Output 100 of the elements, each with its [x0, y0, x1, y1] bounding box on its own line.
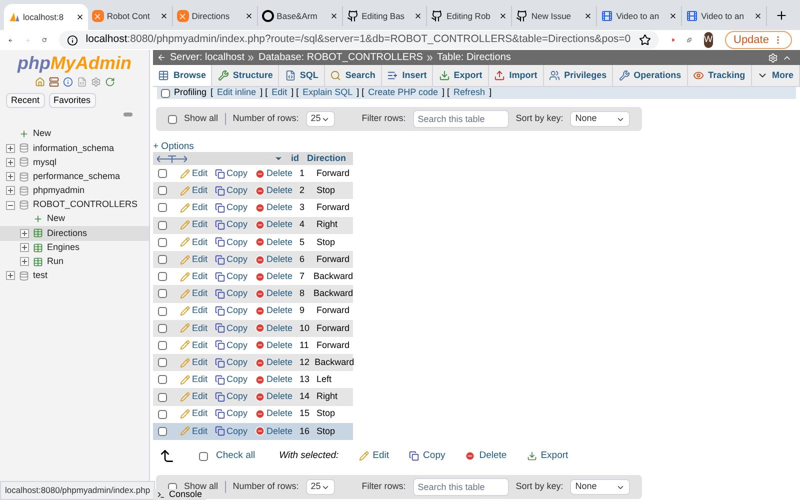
new-tab-icon[interactable]: [775, 9, 788, 22]
address-field[interactable]: localhost:8080/phpmyadmin/index.php?route=/sql&server=1&db=ROBOT_CONTROLLERS&table=Directions&pos=0: [58, 31, 659, 49]
row-action-link[interactable]: Copy: [214, 390, 248, 404]
sort-caret-icon[interactable]: [274, 154, 283, 163]
menu-tab[interactable]: Export: [433, 65, 489, 86]
row-checkbox[interactable]: [158, 289, 167, 298]
row-action-link[interactable]: Copy: [214, 424, 248, 438]
collapse-icon[interactable]: [6, 200, 15, 210]
sidebar-button[interactable]: Favorites: [48, 93, 96, 108]
check-all-link[interactable]: Check all: [216, 448, 256, 464]
row-checkbox[interactable]: [158, 238, 167, 247]
profiling-checkbox[interactable]: [161, 88, 170, 98]
tree-item[interactable]: New: [0, 127, 149, 142]
browser-tab[interactable]: Base&Arm: [258, 6, 343, 26]
browser-tab[interactable]: Editing Bas: [342, 6, 428, 26]
bulk-action-link[interactable]: Edit: [358, 448, 390, 464]
row-action-link[interactable]: Edit: [180, 373, 208, 387]
row-action-link[interactable]: Copy: [214, 407, 248, 421]
row-action-link[interactable]: Edit: [180, 424, 208, 438]
breadcrumb-link[interactable]: Server: localhost: [170, 50, 244, 65]
home-icon[interactable]: [34, 77, 44, 87]
row-action-link[interactable]: Delete: [254, 287, 293, 301]
row-action-link[interactable]: Edit: [180, 236, 208, 250]
row-checkbox[interactable]: [158, 220, 167, 230]
row-checkbox[interactable]: [158, 340, 167, 350]
settings-icon[interactable]: [90, 77, 100, 87]
tree-item[interactable]: phpmyadmin: [0, 184, 149, 198]
expand-icon[interactable]: [20, 243, 29, 252]
row-action-link[interactable]: Copy: [214, 236, 248, 250]
menu-tab[interactable]: More: [752, 65, 800, 86]
row-action-link[interactable]: Copy: [214, 287, 248, 301]
tree-item[interactable]: New: [0, 212, 149, 226]
row-checkbox[interactable]: [158, 324, 167, 333]
console-button[interactable]: Console: [153, 489, 206, 500]
expand-icon[interactable]: [6, 172, 15, 182]
close-icon[interactable]: [244, 12, 253, 20]
browser-tab[interactable]: localhost:8: [4, 4, 88, 30]
row-action-link[interactable]: Edit: [180, 252, 208, 266]
breadcrumb-link[interactable]: Table: Directions: [436, 50, 511, 65]
sidebar-button[interactable]: Recent: [6, 93, 45, 108]
row-action-link[interactable]: Edit: [180, 166, 208, 180]
profiling-link[interactable]: Explain SQL: [302, 86, 353, 100]
row-checkbox[interactable]: [158, 426, 167, 436]
bulk-action-link[interactable]: Export: [526, 448, 568, 464]
profiling-link[interactable]: Refresh: [454, 86, 486, 100]
tree-item[interactable]: Engines: [0, 240, 149, 255]
menu-tab[interactable]: SQL: [279, 65, 325, 86]
row-checkbox[interactable]: [158, 186, 167, 196]
row-checkbox[interactable]: [158, 272, 167, 282]
row-action-link[interactable]: Edit: [180, 356, 208, 370]
expand-icon[interactable]: [20, 257, 29, 266]
link-icon[interactable]: [123, 112, 133, 117]
column-header[interactable]: id: [287, 152, 303, 166]
row-action-link[interactable]: Copy: [214, 166, 248, 180]
menu-tab[interactable]: Browse: [153, 65, 212, 86]
tree-item[interactable]: performance_schema: [0, 170, 149, 184]
row-action-link[interactable]: Delete: [254, 236, 293, 250]
row-action-link[interactable]: Delete: [254, 373, 293, 387]
reload-icon[interactable]: [104, 77, 114, 87]
show-all-checkbox[interactable]: [168, 114, 177, 124]
profiling-link[interactable]: Edit inline: [217, 86, 256, 100]
row-action-link[interactable]: Edit: [180, 322, 208, 336]
row-checkbox[interactable]: [158, 358, 167, 368]
help-icon[interactable]: [62, 77, 72, 87]
row-action-link[interactable]: Delete: [254, 201, 293, 215]
profiling-link[interactable]: Create PHP code: [368, 86, 438, 100]
column-header[interactable]: Direction: [303, 152, 353, 166]
row-action-link[interactable]: Copy: [214, 218, 248, 232]
menu-tab[interactable]: Import: [488, 65, 544, 86]
row-checkbox[interactable]: [158, 392, 167, 402]
expand-icon[interactable]: [6, 271, 15, 280]
row-action-link[interactable]: Copy: [214, 304, 248, 318]
menu-tab[interactable]: Operations: [613, 65, 688, 86]
close-icon[interactable]: [669, 12, 678, 20]
row-action-link[interactable]: Copy: [214, 373, 248, 387]
row-action-link[interactable]: Edit: [180, 287, 208, 301]
expand-icon[interactable]: [20, 228, 29, 238]
rows-select[interactable]: 25: [306, 479, 335, 495]
browser-tab[interactable]: Directions: [172, 6, 258, 26]
row-action-link[interactable]: Edit: [180, 390, 208, 404]
close-icon[interactable]: [160, 12, 168, 20]
rows-select[interactable]: 25: [306, 111, 335, 127]
bookmark-star-icon[interactable]: [638, 34, 651, 46]
row-checkbox[interactable]: [158, 203, 167, 212]
row-action-link[interactable]: Copy: [214, 252, 248, 266]
row-action-link[interactable]: Delete: [254, 407, 293, 421]
breadcrumb-link[interactable]: Database: ROBOT_CONTROLLERS: [258, 50, 423, 65]
row-action-link[interactable]: Edit: [180, 184, 208, 198]
sort-select[interactable]: None: [570, 111, 630, 127]
tree-item[interactable]: mysql: [0, 155, 149, 170]
expand-icon[interactable]: [6, 144, 15, 153]
row-action-link[interactable]: Copy: [214, 184, 248, 198]
row-checkbox[interactable]: [158, 169, 167, 178]
browser-tab[interactable]: Editing Rob: [427, 6, 512, 26]
expand-icon[interactable]: [6, 158, 15, 167]
menu-tab[interactable]: Structure: [212, 65, 280, 86]
row-action-link[interactable]: Copy: [214, 338, 248, 352]
menu-tab[interactable]: Tracking: [688, 65, 752, 86]
expand-icon[interactable]: [6, 186, 15, 196]
row-action-link[interactable]: Edit: [180, 338, 208, 352]
